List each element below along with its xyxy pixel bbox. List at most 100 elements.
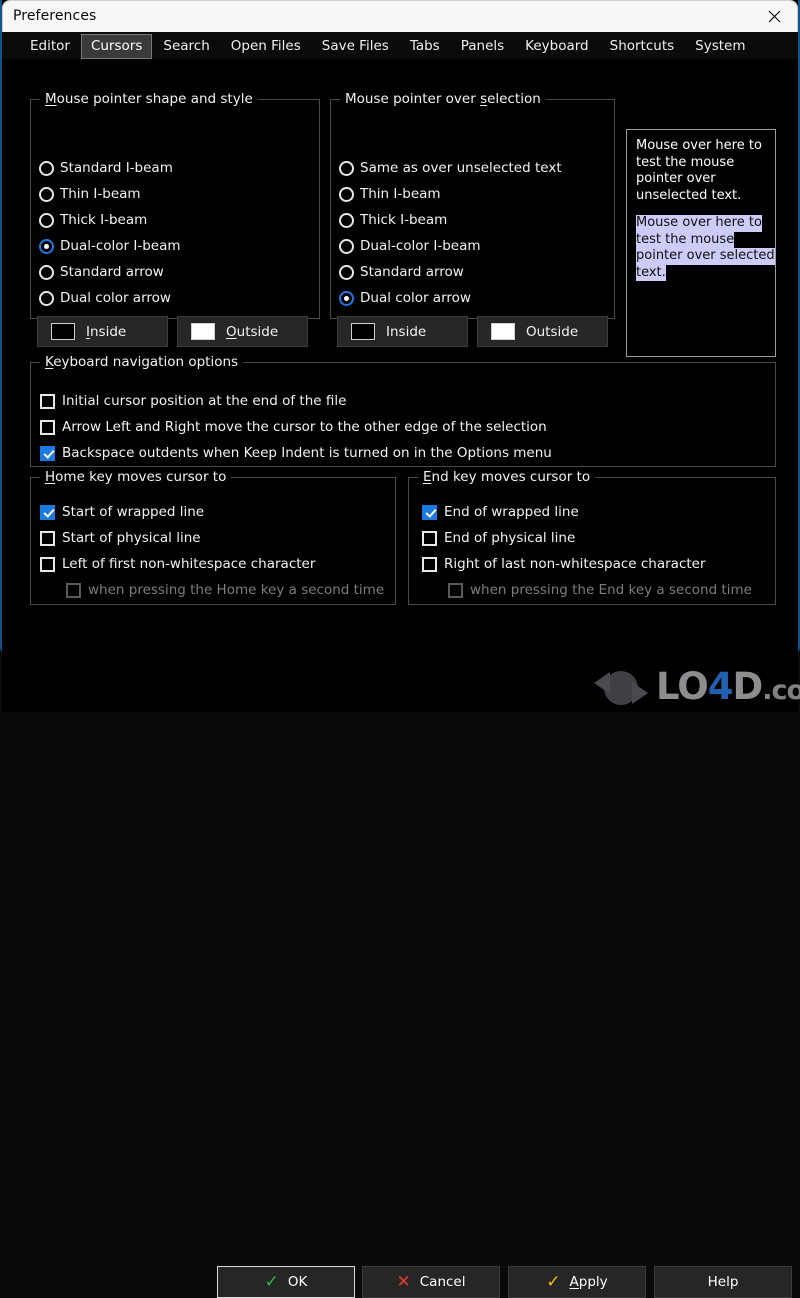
radio-circle-icon	[39, 160, 54, 176]
radio-circle-icon	[339, 290, 354, 306]
radio-circle-icon	[39, 264, 54, 280]
checkbox-backspace-outdents[interactable]: Backspace outdents when Keep Indent is t…	[40, 445, 552, 461]
checkbox-label: End of wrapped line	[444, 504, 579, 520]
checkbox-label: End of physical line	[444, 530, 576, 546]
checkbox-arrow-keys-other-edge[interactable]: Arrow Left and Right move the cursor to …	[40, 419, 547, 435]
radio-label: Dual color arrow	[360, 290, 471, 306]
checkbox-label: Backspace outdents when Keep Indent is t…	[62, 445, 552, 461]
radio-dual-color-ibeam[interactable]: Dual-color I-beam	[39, 238, 181, 254]
outside-color-button[interactable]: Outside	[177, 316, 308, 347]
pointer-test-panel[interactable]: Mouse over here to test the mouse pointe…	[626, 129, 776, 357]
group-keyboard-navigation-title: Keyboard navigation options	[40, 354, 244, 370]
checkbox-home-second-press[interactable]: when pressing the Home key a second time	[66, 582, 384, 598]
tab-editor[interactable]: Editor	[20, 34, 80, 59]
radio-circle-icon	[339, 186, 354, 202]
checkbox-icon	[422, 504, 437, 520]
help-button[interactable]: Help	[654, 1266, 792, 1298]
checkbox-home-left-of-first-nonwhitespace[interactable]: Left of first non-whitespace character	[40, 556, 315, 572]
tab-open-files[interactable]: Open Files	[221, 34, 311, 59]
radio-sel-standard-arrow[interactable]: Standard arrow	[339, 264, 464, 280]
title-bar: Preferences	[2, 0, 798, 32]
dialog-button-bar: ✓ OK ✕ Cancel ✓ Apply Help	[2, 654, 798, 1298]
radio-label: Dual color arrow	[60, 290, 171, 306]
checkbox-home-start-physical-line[interactable]: Start of physical line	[40, 530, 201, 546]
radio-circle-icon	[39, 186, 54, 202]
tab-save-files[interactable]: Save Files	[312, 34, 399, 59]
checkbox-icon	[40, 530, 55, 546]
radio-label: Dual-color I-beam	[360, 238, 481, 254]
checkbox-end-wrapped-line[interactable]: End of wrapped line	[422, 504, 579, 520]
cancel-button[interactable]: ✕ Cancel	[362, 1266, 500, 1298]
close-glyph	[768, 10, 780, 23]
checkbox-end-right-of-last-nonwhitespace[interactable]: Right of last non-whitespace character	[422, 556, 706, 572]
radio-circle-icon	[339, 212, 354, 228]
close-icon[interactable]	[751, 1, 797, 32]
ok-button-label: OK	[287, 1274, 308, 1290]
radio-sel-dual-color-ibeam[interactable]: Dual-color I-beam	[339, 238, 481, 254]
help-button-label: Help	[707, 1274, 739, 1290]
tab-panels[interactable]: Panels	[451, 34, 514, 59]
tab-keyboard[interactable]: Keyboard	[515, 34, 598, 59]
tab-strip: Editor Cursors Search Open Files Save Fi…	[2, 32, 798, 59]
sel-inside-color-swatch	[351, 323, 375, 340]
checkbox-icon	[40, 419, 55, 435]
radio-label: Standard arrow	[360, 264, 464, 280]
radio-label: Standard arrow	[60, 264, 164, 280]
radio-dual-color-arrow[interactable]: Dual color arrow	[39, 290, 171, 306]
radio-sel-thin-ibeam[interactable]: Thin I-beam	[339, 186, 441, 202]
radio-sel-dual-color-arrow[interactable]: Dual color arrow	[339, 290, 471, 306]
cross-icon: ✕	[396, 1271, 411, 1292]
radio-sel-same-as-unselected[interactable]: Same as over unselected text	[339, 160, 562, 176]
inside-color-swatch	[51, 323, 75, 340]
checkbox-end-physical-line[interactable]: End of physical line	[422, 530, 575, 546]
test-unselected-line: test the mouse	[636, 154, 735, 170]
checkbox-initial-cursor-end-of-file[interactable]: Initial cursor position at the end of th…	[40, 393, 346, 409]
tab-cursors[interactable]: Cursors	[80, 34, 153, 59]
group-pointer-over-selection-title: Mouse pointer over selection	[340, 91, 546, 107]
preferences-window: Preferences Editor Cursors Search Open F…	[0, 0, 800, 1298]
check-icon: ✓	[546, 1271, 561, 1292]
radio-circle-icon	[39, 212, 54, 228]
checkbox-end-second-press[interactable]: when pressing the End key a second time	[448, 582, 752, 598]
radio-label: Same as over unselected text	[360, 160, 562, 176]
sel-outside-color-button[interactable]: Outside	[477, 316, 608, 347]
radio-label: Thick I-beam	[60, 212, 148, 228]
radio-label: Thin I-beam	[360, 186, 441, 202]
checkbox-label: Start of wrapped line	[62, 504, 205, 520]
outside-color-swatch	[191, 323, 215, 340]
radio-label: Dual-color I-beam	[60, 238, 181, 254]
radio-circle-icon	[339, 160, 354, 176]
checkbox-label: when pressing the Home key a second time	[88, 582, 385, 598]
group-home-key-title: Home key moves cursor to	[40, 469, 232, 485]
sel-inside-color-button[interactable]: Inside	[337, 316, 468, 347]
radio-label: Thin I-beam	[60, 186, 141, 202]
radio-circle-icon	[339, 238, 354, 254]
checkbox-label: Right of last non-whitespace character	[444, 556, 706, 572]
group-pointer-over-selection: Mouse pointer over selection	[330, 91, 615, 319]
tab-shortcuts[interactable]: Shortcuts	[600, 34, 685, 59]
checkbox-label: when pressing the End key a second time	[470, 582, 752, 598]
tab-system[interactable]: System	[685, 34, 755, 59]
radio-circle-icon	[39, 238, 54, 254]
inside-color-button[interactable]: Inside	[37, 316, 168, 347]
sel-outside-color-label: Outside	[526, 323, 579, 340]
test-selected-line: test the mouse	[636, 231, 735, 248]
radio-standard-ibeam[interactable]: Standard I-beam	[39, 160, 173, 176]
checkbox-label: Start of physical line	[62, 530, 201, 546]
checkbox-home-start-wrapped-line[interactable]: Start of wrapped line	[40, 504, 204, 520]
ok-button[interactable]: ✓ OK	[217, 1266, 355, 1298]
checkbox-icon	[422, 556, 437, 572]
apply-button[interactable]: ✓ Apply	[508, 1266, 646, 1298]
radio-sel-thick-ibeam[interactable]: Thick I-beam	[339, 212, 447, 228]
radio-thin-ibeam[interactable]: Thin I-beam	[39, 186, 141, 202]
sel-inside-color-label: Inside	[386, 323, 427, 340]
radio-standard-arrow[interactable]: Standard arrow	[39, 264, 164, 280]
test-selected-line: Mouse over here to	[636, 215, 762, 232]
tab-tabs[interactable]: Tabs	[400, 34, 450, 59]
group-pointer-shape: Mouse pointer shape and style	[30, 91, 320, 319]
test-selected-line: text.	[636, 264, 666, 281]
radio-thick-ibeam[interactable]: Thick I-beam	[39, 212, 147, 228]
test-unselected-line: pointer over	[636, 171, 716, 186]
tab-search[interactable]: Search	[153, 34, 219, 59]
